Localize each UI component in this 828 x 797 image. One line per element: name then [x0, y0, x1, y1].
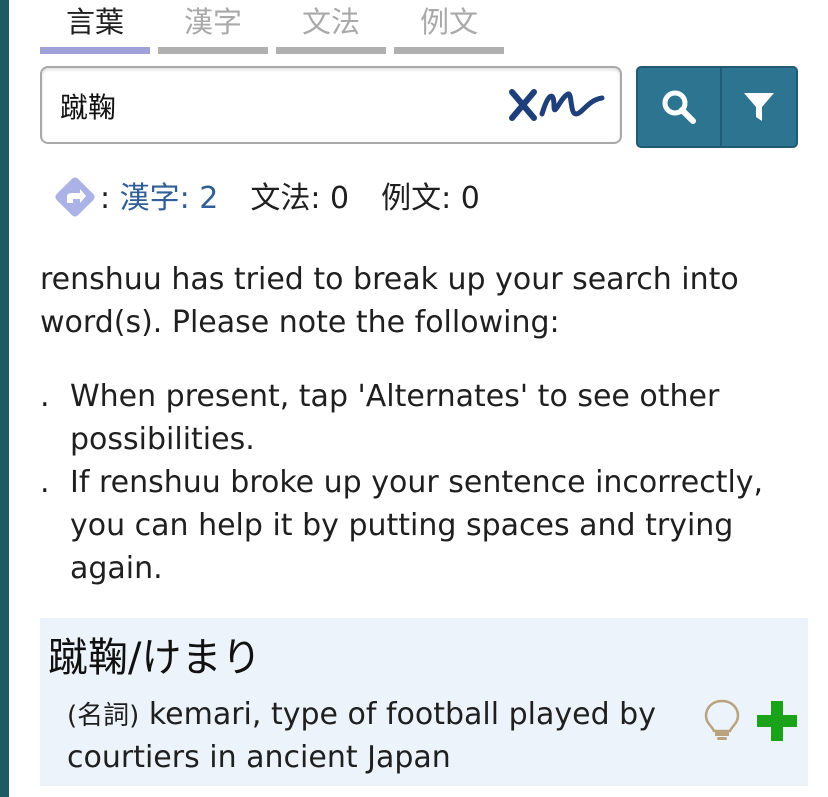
tab-kanji-underline — [158, 47, 268, 54]
search-icon — [662, 90, 696, 124]
result-definition: (名詞) kemari, type of football played by … — [67, 694, 687, 779]
tab-sentences[interactable]: 例文 — [394, 0, 504, 54]
tab-sentences-underline — [394, 47, 504, 54]
bullet-text: When present, tap 'Alternates' to see ot… — [70, 379, 720, 457]
notice-bullet: . When present, tap 'Alternates' to see … — [40, 375, 800, 461]
notice-bullet: . If renshuu broke up your sentence inco… — [40, 461, 800, 590]
handwriting-icon[interactable] — [508, 84, 606, 126]
result-counts: : 漢字: 2 文法: 0 例文: 0 — [52, 176, 480, 222]
app-page: 言葉 漢字 文法 例文 : 漢字: 2文 — [0, 0, 828, 797]
tab-grammar-label: 文法 — [301, 5, 360, 39]
result-card[interactable]: 蹴鞠/けまり (名詞) kemari, type of football pla… — [40, 618, 808, 786]
lightbulb-icon[interactable] — [702, 698, 742, 742]
tab-words[interactable]: 言葉 — [40, 0, 150, 54]
filter-button[interactable] — [720, 66, 798, 148]
tab-words-label: 言葉 — [65, 5, 124, 39]
result-word: 蹴鞠/けまり — [48, 635, 262, 681]
search-button[interactable] — [636, 66, 722, 148]
tab-sentences-label: 例文 — [419, 5, 478, 39]
bullet-text: If renshuu broke up your sentence incorr… — [70, 465, 764, 586]
bullet-marker: . — [40, 379, 50, 414]
bullet-marker: . — [40, 465, 50, 500]
left-rail — [0, 0, 9, 797]
part-of-speech: (名詞) — [67, 701, 140, 731]
tab-kanji[interactable]: 漢字 — [158, 0, 268, 54]
tab-grammar-underline — [276, 47, 386, 54]
notice-bullets: . When present, tap 'Alternates' to see … — [40, 375, 800, 590]
tab-kanji-label: 漢字 — [183, 5, 242, 39]
tab-words-underline — [40, 47, 150, 54]
notice-text: renshuu has tried to break up your searc… — [40, 262, 739, 340]
search-box — [40, 66, 622, 144]
filter-icon — [744, 93, 774, 121]
plus-icon[interactable] — [754, 698, 800, 744]
diamond-arrow-icon — [55, 176, 95, 217]
grammar-count: 文法: 0 — [250, 181, 350, 216]
kanji-count-link[interactable]: 漢字: 2 — [120, 181, 219, 216]
search-input[interactable] — [60, 84, 490, 128]
definition-text: kemari, type of football played by court… — [67, 697, 656, 775]
tab-grammar[interactable]: 文法 — [276, 0, 386, 54]
sentences-count: 例文: 0 — [381, 181, 480, 216]
counts-colon: : — [100, 181, 111, 216]
